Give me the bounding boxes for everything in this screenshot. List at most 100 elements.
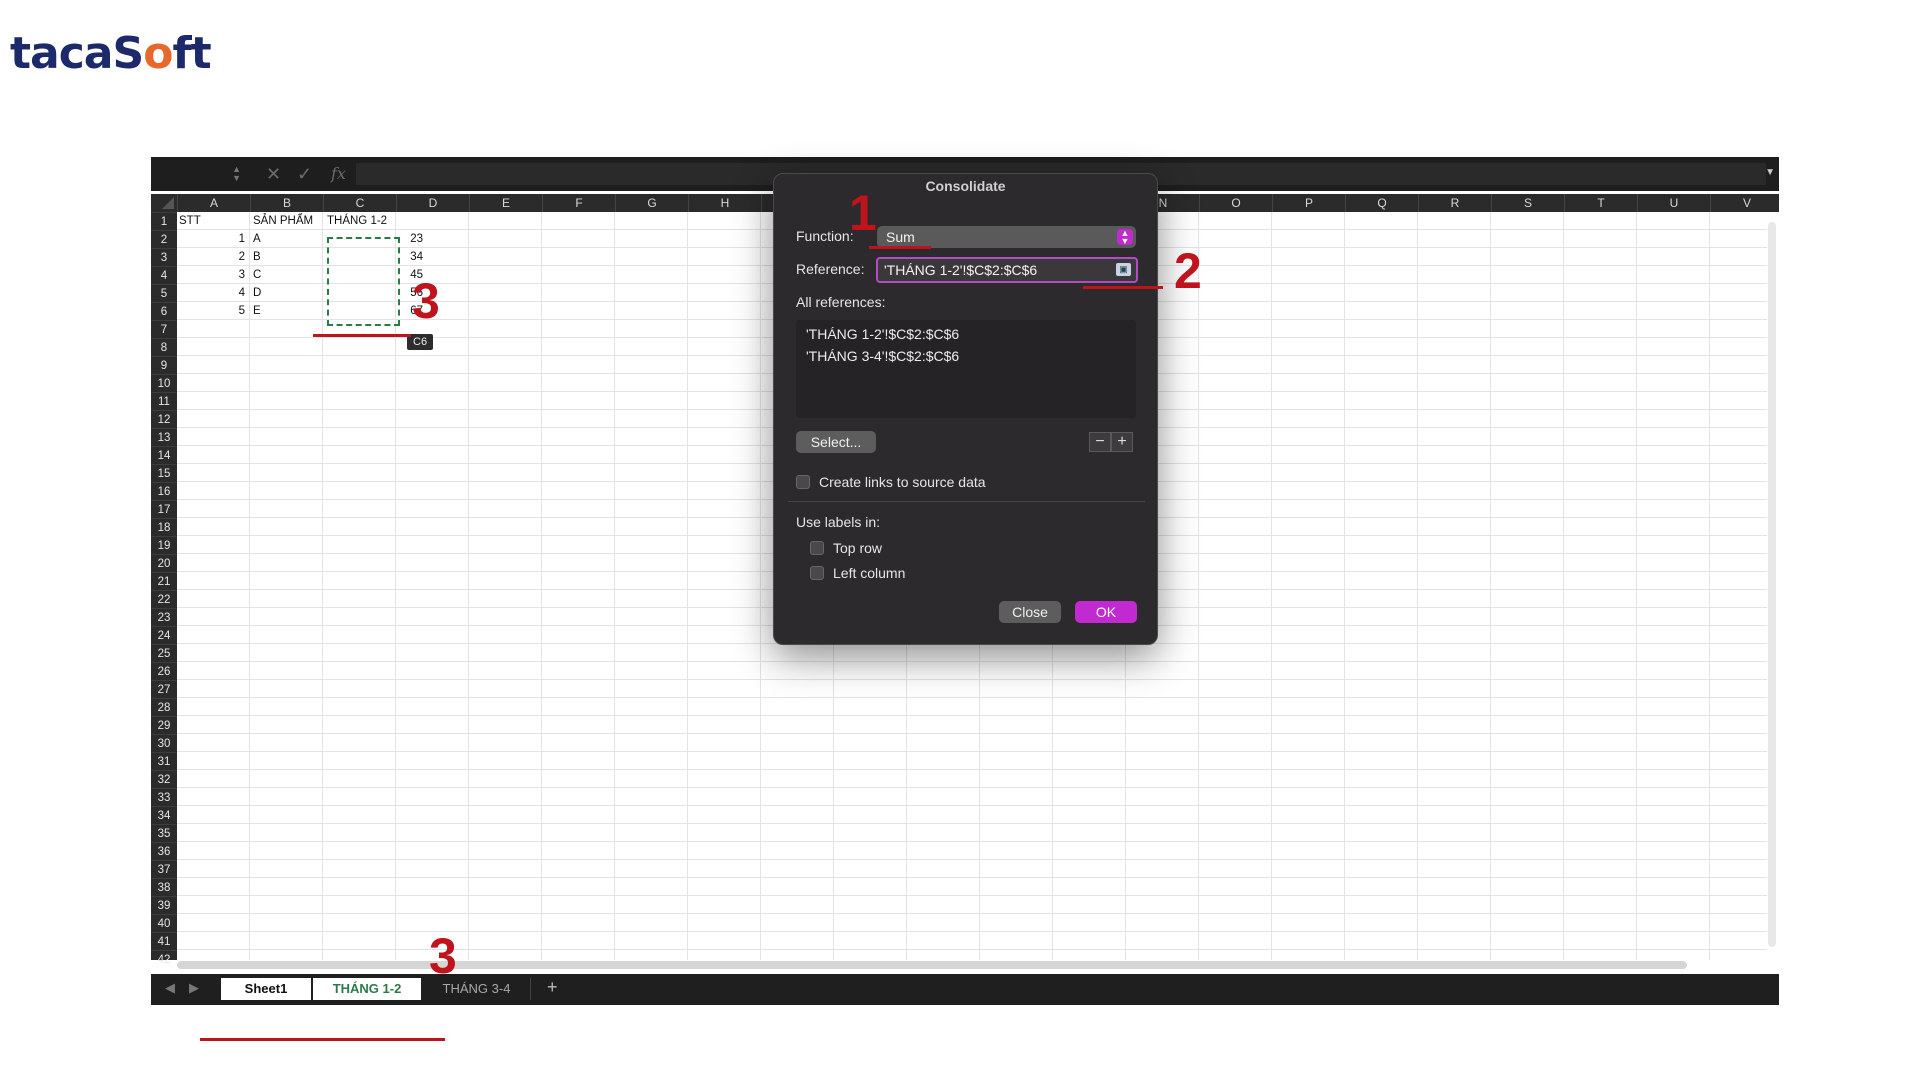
column-header-f[interactable]: F xyxy=(542,194,615,212)
add-reference-button[interactable]: + xyxy=(1111,432,1133,452)
row-header-32[interactable]: 32 xyxy=(151,770,177,788)
column-header-u[interactable]: U xyxy=(1637,194,1710,212)
prev-sheet-icon[interactable]: ◀ xyxy=(165,980,175,996)
cell-b4[interactable]: C xyxy=(253,266,261,284)
fx-icon[interactable]: fx xyxy=(331,163,346,185)
row-header-20[interactable]: 20 xyxy=(151,554,177,572)
row-header-30[interactable]: 30 xyxy=(151,734,177,752)
all-references-list[interactable]: 'THÁNG 1-2'!$C$2:$C$6 'THÁNG 3-4'!$C$2:$… xyxy=(796,320,1136,418)
sheet-tab-bar: ◀ ▶ Sheet1 THÁNG 1-2 THÁNG 3-4 + xyxy=(151,974,1779,1005)
remove-reference-button[interactable]: − xyxy=(1089,432,1111,452)
column-header-o[interactable]: O xyxy=(1199,194,1272,212)
row-header-15[interactable]: 15 xyxy=(151,464,177,482)
row-header-3[interactable]: 3 xyxy=(151,248,177,266)
horizontal-scrollbar[interactable] xyxy=(177,961,1687,969)
column-header-d[interactable]: D xyxy=(396,194,469,212)
row-header-19[interactable]: 19 xyxy=(151,536,177,554)
ok-button[interactable]: OK xyxy=(1075,601,1137,623)
column-header-t[interactable]: T xyxy=(1564,194,1637,212)
function-select[interactable]: Sum ▲ ▼ xyxy=(877,226,1136,248)
row-header-9[interactable]: 9 xyxy=(151,356,177,374)
tab-thang-1-2[interactable]: THÁNG 1-2 xyxy=(313,978,421,1000)
row-header-14[interactable]: 14 xyxy=(151,446,177,464)
cell-c1[interactable]: THÁNG 1-2 xyxy=(327,212,387,230)
column-header-v[interactable]: V xyxy=(1710,194,1783,212)
enter-formula-icon[interactable]: ✓ xyxy=(297,163,312,185)
cell-b1[interactable]: SẢN PHẨM xyxy=(253,212,313,230)
row-header-7[interactable]: 7 xyxy=(151,320,177,338)
row-header-10[interactable]: 10 xyxy=(151,374,177,392)
vertical-scrollbar[interactable] xyxy=(1768,222,1776,947)
row-header-16[interactable]: 16 xyxy=(151,482,177,500)
row-header-23[interactable]: 23 xyxy=(151,608,177,626)
row-header-6[interactable]: 6 xyxy=(151,302,177,320)
close-button[interactable]: Close xyxy=(999,601,1061,623)
cell-a5[interactable]: 4 xyxy=(177,284,245,302)
row-header-40[interactable]: 40 xyxy=(151,914,177,932)
row-header-8[interactable]: 8 xyxy=(151,338,177,356)
row-header-1[interactable]: 1 xyxy=(151,212,177,230)
reference-input[interactable]: 'THÁNG 1-2'!$C$2:$C$6 ▣ xyxy=(876,257,1138,283)
row-header-22[interactable]: 22 xyxy=(151,590,177,608)
column-header-e[interactable]: E xyxy=(469,194,542,212)
cell-a2[interactable]: 1 xyxy=(177,230,245,248)
reference-item[interactable]: 'THÁNG 1-2'!$C$2:$C$6 xyxy=(806,326,959,342)
expand-formula-icon[interactable]: ▼ xyxy=(1765,167,1775,178)
row-header-39[interactable]: 39 xyxy=(151,896,177,914)
row-header-18[interactable]: 18 xyxy=(151,518,177,536)
row-header-38[interactable]: 38 xyxy=(151,878,177,896)
cell-b6[interactable]: E xyxy=(253,302,261,320)
add-sheet-icon[interactable]: + xyxy=(547,977,558,998)
row-header-25[interactable]: 25 xyxy=(151,644,177,662)
column-header-c[interactable]: C xyxy=(323,194,396,212)
row-header-33[interactable]: 33 xyxy=(151,788,177,806)
select-all-corner[interactable] xyxy=(151,194,177,212)
column-header-s[interactable]: S xyxy=(1491,194,1564,212)
row-header-31[interactable]: 31 xyxy=(151,752,177,770)
cancel-formula-icon[interactable]: ✕ xyxy=(266,163,281,185)
row-header-26[interactable]: 26 xyxy=(151,662,177,680)
create-links-checkbox[interactable] xyxy=(796,475,810,489)
tacasoft-logo: tacaSoft xyxy=(10,28,212,79)
row-header-17[interactable]: 17 xyxy=(151,500,177,518)
column-header-g[interactable]: G xyxy=(615,194,688,212)
cell-a6[interactable]: 5 xyxy=(177,302,245,320)
row-header-42[interactable]: 42 xyxy=(151,950,177,968)
row-header-13[interactable]: 13 xyxy=(151,428,177,446)
column-header-h[interactable]: H xyxy=(688,194,761,212)
left-column-checkbox[interactable] xyxy=(810,566,824,580)
cell-a3[interactable]: 2 xyxy=(177,248,245,266)
row-header-35[interactable]: 35 xyxy=(151,824,177,842)
reference-item[interactable]: 'THÁNG 3-4'!$C$2:$C$6 xyxy=(806,348,959,364)
next-sheet-icon[interactable]: ▶ xyxy=(189,980,199,996)
row-header-5[interactable]: 5 xyxy=(151,284,177,302)
row-header-37[interactable]: 37 xyxy=(151,860,177,878)
row-header-21[interactable]: 21 xyxy=(151,572,177,590)
row-header-34[interactable]: 34 xyxy=(151,806,177,824)
row-header-12[interactable]: 12 xyxy=(151,410,177,428)
cell-b2[interactable]: A xyxy=(253,230,261,248)
cell-b3[interactable]: B xyxy=(253,248,261,266)
column-header-a[interactable]: A xyxy=(177,194,250,212)
row-header-27[interactable]: 27 xyxy=(151,680,177,698)
row-header-2[interactable]: 2 xyxy=(151,230,177,248)
row-header-29[interactable]: 29 xyxy=(151,716,177,734)
column-header-p[interactable]: P xyxy=(1272,194,1345,212)
row-header-11[interactable]: 11 xyxy=(151,392,177,410)
cell-b5[interactable]: D xyxy=(253,284,261,302)
column-header-q[interactable]: Q xyxy=(1345,194,1418,212)
cell-a4[interactable]: 3 xyxy=(177,266,245,284)
name-box[interactable]: ▲ ▼ xyxy=(155,163,243,185)
row-header-4[interactable]: 4 xyxy=(151,266,177,284)
row-header-36[interactable]: 36 xyxy=(151,842,177,860)
select-button[interactable]: Select... xyxy=(796,431,876,453)
row-header-24[interactable]: 24 xyxy=(151,626,177,644)
column-header-r[interactable]: R xyxy=(1418,194,1491,212)
row-header-28[interactable]: 28 xyxy=(151,698,177,716)
column-header-b[interactable]: B xyxy=(250,194,323,212)
tab-sheet1[interactable]: Sheet1 xyxy=(221,978,311,1000)
top-row-checkbox[interactable] xyxy=(810,541,824,555)
row-header-41[interactable]: 41 xyxy=(151,932,177,950)
cell-a1[interactable]: STT xyxy=(179,212,201,230)
collapse-dialog-icon[interactable]: ▣ xyxy=(1116,263,1131,276)
